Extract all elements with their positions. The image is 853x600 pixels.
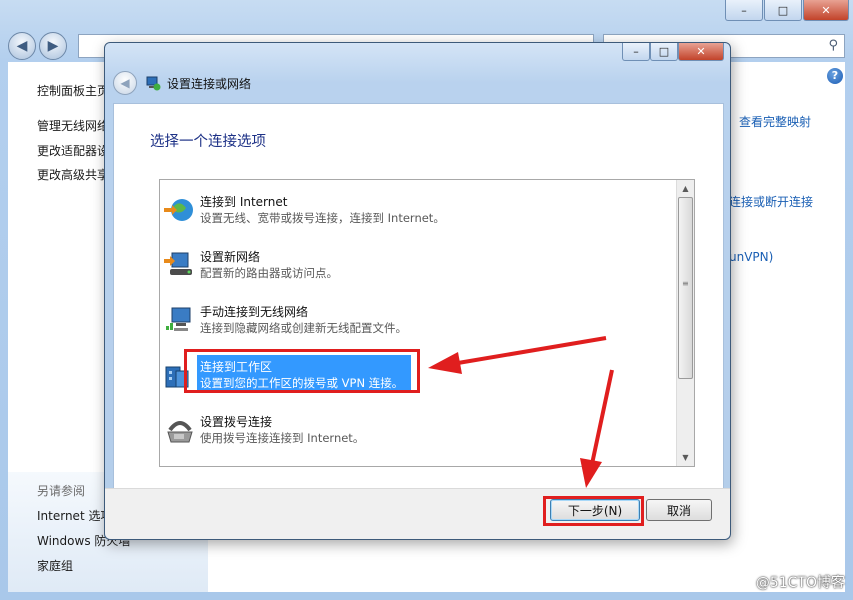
option-dialup[interactable]: 设置拨号连接 使用拨号连接连接到 Internet。 bbox=[160, 404, 676, 454]
setup-connection-dialog: – □ ✕ ◀ 设置连接或网络 选择一个连接选项 连接到 Internet 设置… bbox=[104, 42, 731, 540]
option-desc: 连接到隐藏网络或创建新无线配置文件。 bbox=[200, 321, 407, 335]
dialog-body: 选择一个连接选项 连接到 Internet 设置无线、宽带或拨号连接，连接到 I… bbox=[113, 103, 724, 492]
telephone-modem-icon bbox=[167, 421, 193, 443]
see-also-homegroup[interactable]: 家庭组 bbox=[37, 557, 73, 574]
close-button[interactable]: ✕ bbox=[803, 0, 849, 21]
dialog-minimize-button: – bbox=[622, 43, 650, 61]
nav-buttons: ◀ ▶ bbox=[8, 32, 67, 60]
scroll-up-icon[interactable]: ▲ bbox=[677, 180, 694, 197]
scroll-grip-icon: ≡ bbox=[682, 279, 689, 288]
view-full-map-link[interactable]: 查看完整映射 bbox=[739, 113, 811, 130]
cancel-button[interactable]: 取消 bbox=[646, 499, 712, 521]
connect-disconnect-link[interactable]: 连接或断开连接 bbox=[729, 193, 813, 210]
option-new-network[interactable]: 设置新网络 配置新的路由器或访问点。 bbox=[160, 239, 676, 289]
option-title: 连接到 Internet bbox=[200, 195, 288, 209]
wireless-computer-icon bbox=[166, 307, 191, 331]
dialog-header: ◀ 设置连接或网络 bbox=[113, 71, 251, 95]
option-desc: 使用拨号连接连接到 Internet。 bbox=[200, 431, 365, 445]
see-also-internet-options[interactable]: Internet 选项 bbox=[37, 507, 112, 524]
connection-options-list[interactable]: 连接到 Internet 设置无线、宽带或拨号连接，连接到 Internet。 … bbox=[159, 179, 695, 467]
scroll-thumb[interactable]: ≡ bbox=[678, 197, 693, 379]
dialog-caption-buttons: – □ ✕ bbox=[622, 43, 724, 61]
see-also-label: 另请参阅 bbox=[37, 484, 86, 498]
window-caption-buttons: – □ ✕ bbox=[725, 0, 849, 22]
option-title: 设置新网络 bbox=[200, 250, 261, 264]
dialog-title: 设置连接或网络 bbox=[167, 76, 252, 91]
forward-arrow-icon[interactable]: ▶ bbox=[39, 32, 67, 60]
router-icon bbox=[164, 252, 192, 275]
watermark: @51CTO博客 bbox=[755, 575, 845, 591]
option-desc: 配置新的路由器或访问点。 bbox=[200, 266, 338, 280]
dialog-close-button[interactable]: ✕ bbox=[678, 43, 724, 61]
annotation-box-workplace bbox=[184, 349, 420, 393]
vpn-link-fragment[interactable]: unVPN) bbox=[729, 250, 773, 264]
option-connect-internet[interactable]: 连接到 Internet 设置无线、宽带或拨号连接，连接到 Internet。 bbox=[160, 184, 676, 234]
list-scrollbar[interactable]: ▲ ≡ ▼ bbox=[676, 180, 694, 466]
option-manual-wireless[interactable]: 手动连接到无线网络 连接到隐藏网络或创建新无线配置文件。 bbox=[160, 294, 676, 344]
option-desc: 设置无线、宽带或拨号连接，连接到 Internet。 bbox=[200, 211, 445, 225]
maximize-button[interactable]: □ bbox=[764, 0, 802, 21]
network-setup-icon bbox=[146, 76, 161, 91]
help-icon[interactable]: ? bbox=[827, 68, 843, 84]
minimize-button[interactable]: – bbox=[725, 0, 763, 21]
sidebar-link-home[interactable]: 控制面板主页 bbox=[37, 82, 109, 99]
scroll-down-icon[interactable]: ▼ bbox=[677, 449, 694, 466]
sidebar-link-wireless[interactable]: 管理无线网络 bbox=[37, 117, 109, 134]
back-arrow-icon[interactable]: ◀ bbox=[8, 32, 36, 60]
annotation-box-next bbox=[543, 496, 644, 526]
search-icon: ⚲ bbox=[828, 38, 838, 53]
option-title: 设置拨号连接 bbox=[200, 415, 273, 429]
page-heading: 选择一个连接选项 bbox=[150, 134, 266, 150]
dialog-maximize-button: □ bbox=[650, 43, 678, 61]
globe-network-icon bbox=[164, 199, 193, 221]
back-arrow-icon[interactable]: ◀ bbox=[113, 71, 137, 95]
option-title: 手动连接到无线网络 bbox=[200, 305, 309, 319]
